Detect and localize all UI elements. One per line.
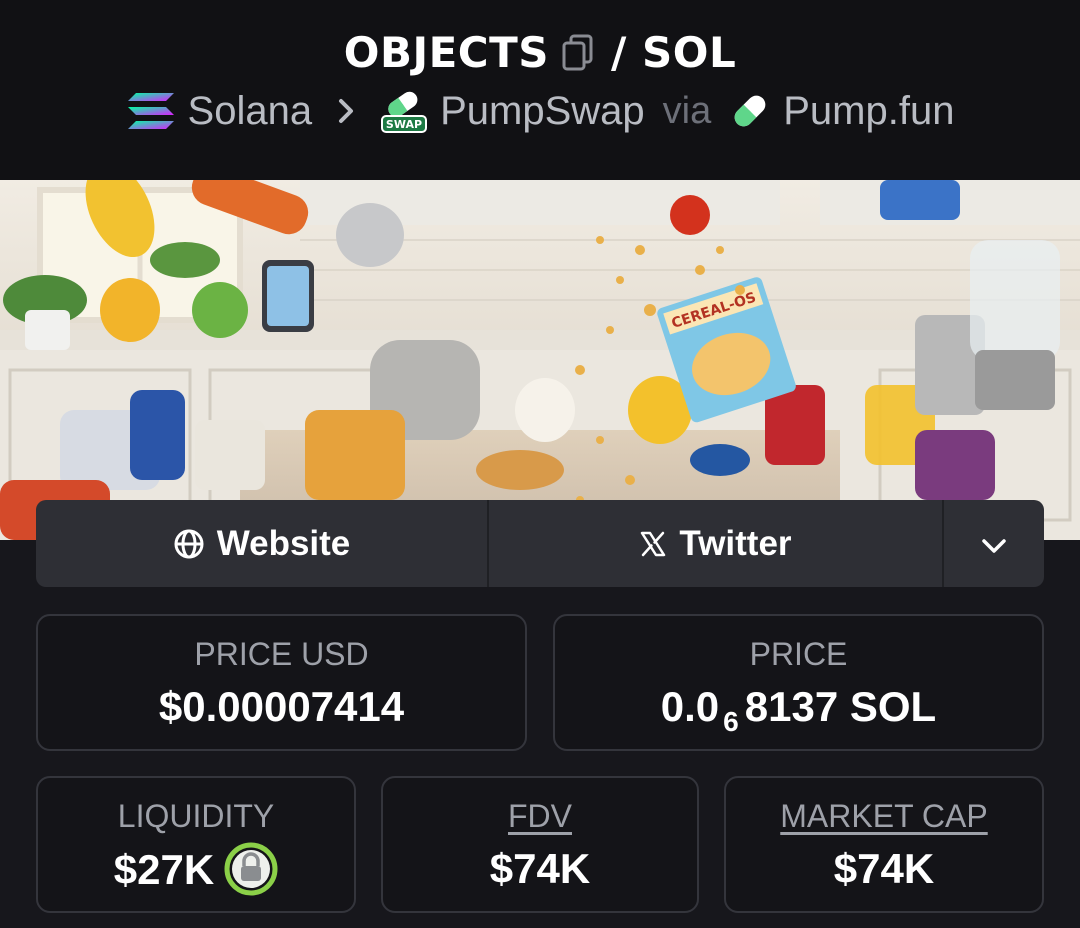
price-usd-value: $0.00007414: [158, 683, 405, 730]
solana-logo-icon: [126, 91, 176, 131]
price-zero-count: 6: [723, 706, 739, 737]
lock-icon[interactable]: [224, 842, 278, 896]
token-symbol: OBJECTS: [343, 28, 550, 77]
token-banner-image: CEREAL-OS: [0, 180, 1080, 540]
price-native-label: PRICE: [749, 636, 848, 672]
twitter-button[interactable]: Twitter: [489, 500, 944, 587]
dex-name: PumpSwap: [440, 88, 645, 133]
chain-name: Solana: [187, 88, 313, 133]
via-label: via: [662, 89, 712, 132]
dex-link[interactable]: SWAP PumpSwap: [380, 88, 645, 134]
copy-icon[interactable]: [561, 34, 595, 72]
more-links-button[interactable]: [944, 500, 1044, 587]
twitter-label: Twitter: [679, 523, 792, 563]
market-cap-value: $74K: [833, 845, 935, 892]
x-logo-icon: [639, 530, 667, 558]
chain-link[interactable]: Solana: [126, 88, 313, 134]
fdv-value: $74K: [489, 845, 591, 892]
website-button[interactable]: Website: [36, 500, 489, 587]
globe-icon: [173, 528, 205, 560]
breadcrumb: Solana SWAP PumpSwap via Pump.fun: [0, 88, 1080, 134]
liquidity-card: LIQUIDITY $27K: [36, 776, 356, 913]
price-native-card: PRICE 0.0 6 8137 SOL: [553, 614, 1044, 751]
website-label: Website: [216, 523, 351, 563]
price-usd-label: PRICE USD: [194, 636, 369, 672]
market-cap-card: MARKET CAP $74K: [724, 776, 1044, 913]
pair-header: OBJECTS / SOL Solana SWAP PumpSwap via P…: [0, 0, 1080, 180]
pumpfun-pill-icon: [729, 90, 771, 132]
price-native-value: 0.0 6 8137 SOL: [660, 683, 937, 738]
pumpswap-logo-icon: SWAP: [380, 88, 428, 134]
pair-title: OBJECTS / SOL: [0, 28, 1080, 77]
chevron-down-icon: [981, 524, 1007, 564]
social-links-bar: Website Twitter: [36, 500, 1044, 587]
quote-symbol: / SOL: [611, 28, 737, 77]
liquidity-value: $27K: [38, 842, 354, 900]
price-usd-card: PRICE USD $0.00007414: [36, 614, 527, 751]
liquidity-label: LIQUIDITY: [117, 798, 275, 834]
launchpad-name: Pump.fun: [783, 88, 955, 133]
launchpad-link[interactable]: Pump.fun: [729, 89, 954, 134]
fdv-label[interactable]: FDV: [383, 798, 697, 834]
chevron-right-icon: [336, 97, 356, 125]
svg-text:SWAP: SWAP: [386, 118, 422, 131]
market-cap-label[interactable]: MARKET CAP: [726, 798, 1042, 834]
fdv-card: FDV $74K: [381, 776, 699, 913]
